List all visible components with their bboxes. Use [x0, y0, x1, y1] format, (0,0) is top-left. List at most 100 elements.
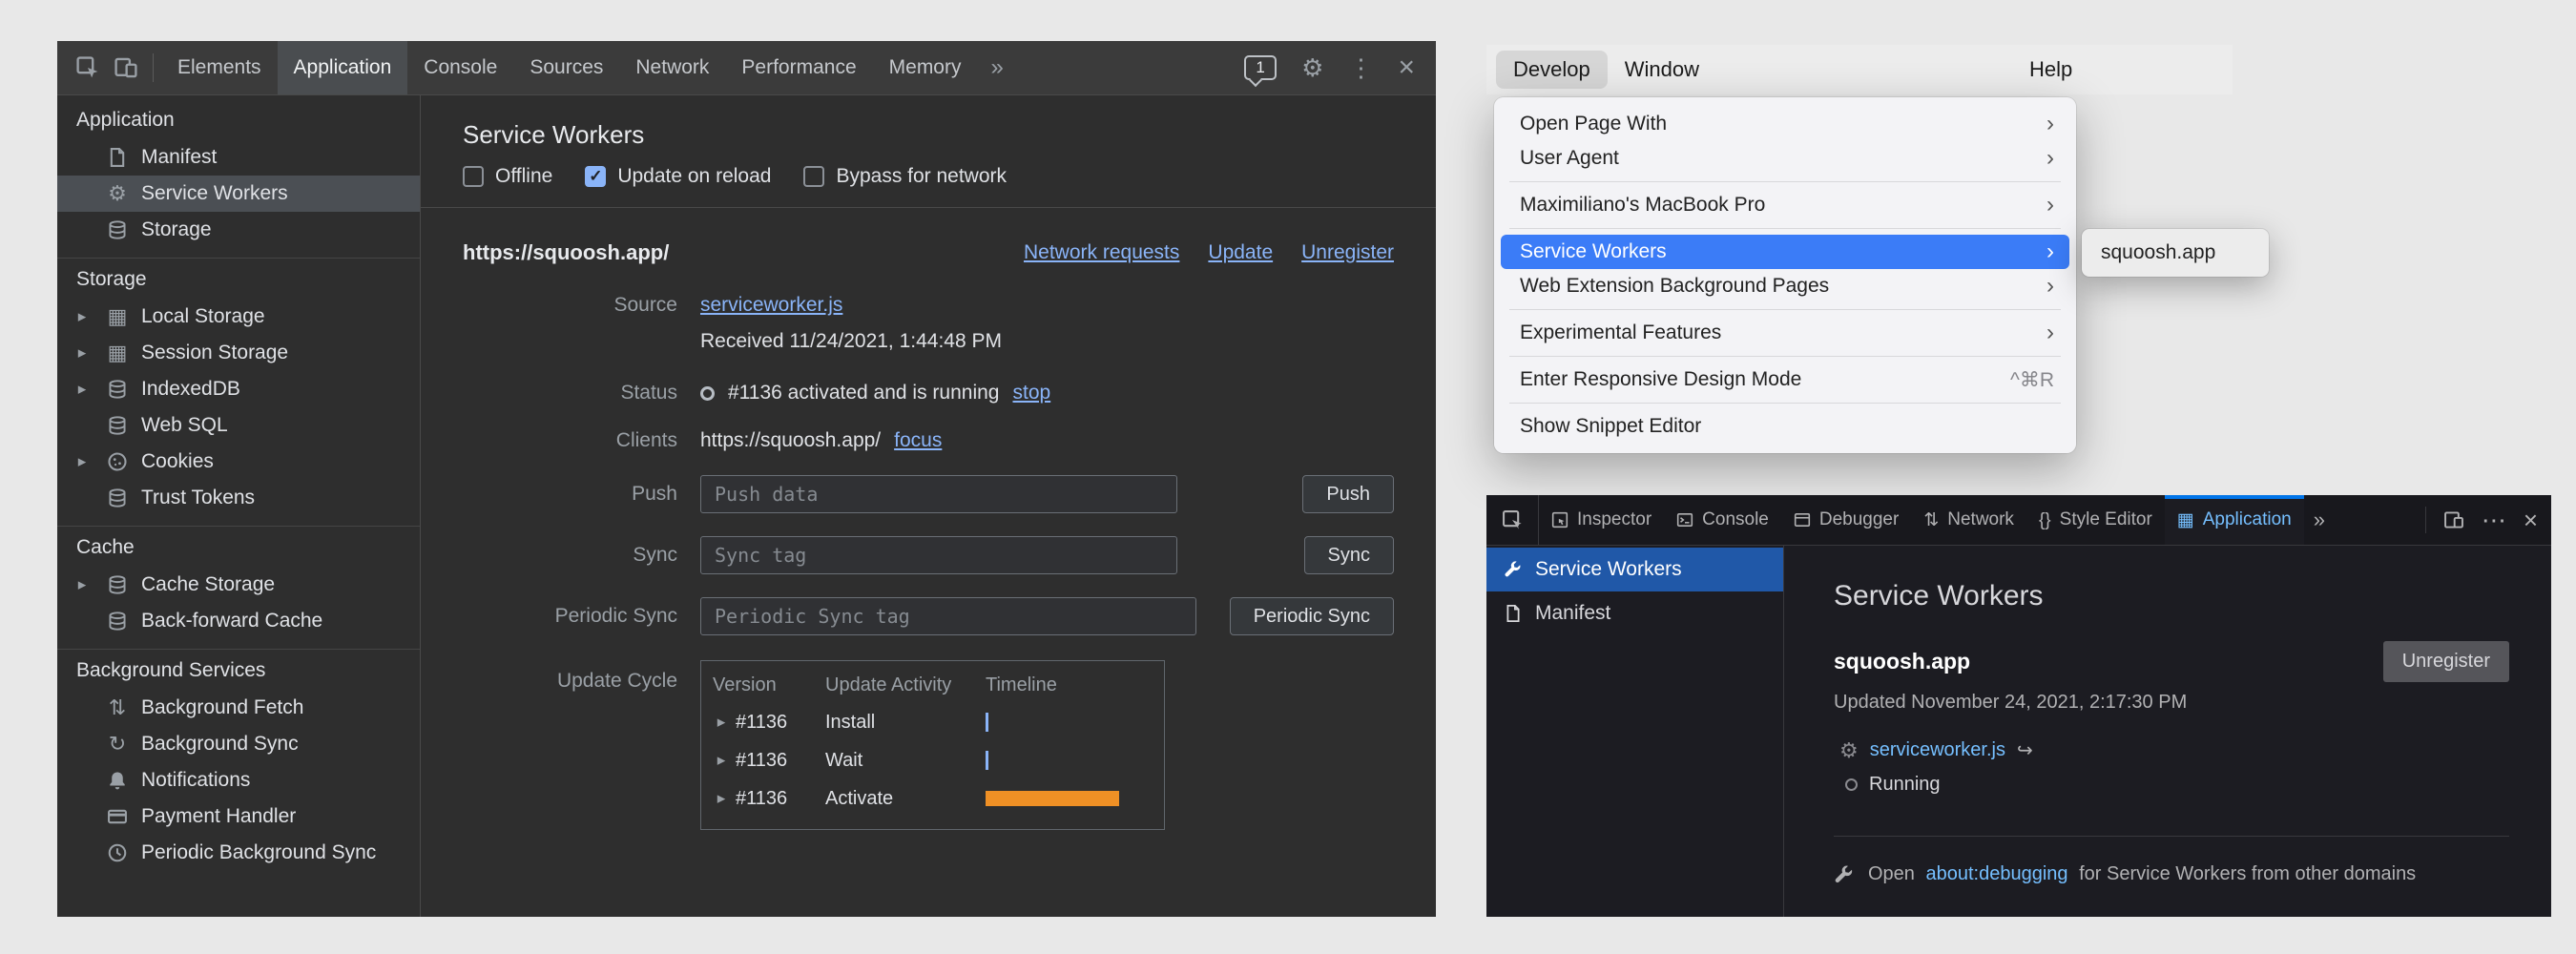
tab-network[interactable]: Network — [619, 41, 725, 94]
source-row: Source serviceworker.js — [463, 294, 1394, 317]
sidebar-item-periodic-background-sync[interactable]: Periodic Background Sync — [57, 835, 420, 871]
periodic-sync-tag-input[interactable] — [700, 597, 1196, 635]
sidebar-item-background-fetch[interactable]: ⇅ Background Fetch — [57, 690, 420, 726]
tab-label: Style Editor — [2060, 509, 2152, 530]
menubar-item-window[interactable]: Window — [1608, 51, 1716, 89]
more-tabs-icon[interactable]: » — [2304, 495, 2335, 545]
menubar-item-develop[interactable]: Develop — [1496, 51, 1608, 89]
table-row[interactable]: ▸#1136 Install — [701, 703, 1164, 741]
unregister-button[interactable]: Unregister — [2383, 641, 2509, 682]
tab-application[interactable]: Application — [278, 41, 408, 94]
sidebar-item-trust-tokens[interactable]: Trust Tokens — [57, 480, 420, 516]
tab-elements[interactable]: Elements — [161, 41, 278, 94]
tab-network[interactable]: ⇅ Network — [1911, 495, 2026, 545]
database-icon — [103, 415, 132, 436]
expander-icon[interactable]: ▸ — [71, 343, 93, 363]
inspect-element-icon[interactable] — [69, 49, 107, 87]
sync-button[interactable]: Sync — [1304, 536, 1394, 574]
responsive-design-icon[interactable] — [2443, 509, 2464, 530]
expander-icon[interactable]: ▸ — [713, 789, 730, 808]
about-debugging-link[interactable]: about:debugging — [1926, 863, 2068, 884]
section-header-application: Application — [57, 101, 420, 139]
page-title: Service Workers — [1834, 580, 2509, 612]
settings-gear-icon[interactable]: ⚙ — [1301, 55, 1323, 80]
table-row[interactable]: ▸#1136 Wait — [701, 741, 1164, 779]
menu-item-maximilianos-macbook-pro[interactable]: Maximiliano's MacBook Pro › — [1501, 188, 2069, 222]
expander-icon[interactable]: ▸ — [713, 751, 730, 770]
bypass-for-network-checkbox[interactable]: Bypass for network — [803, 165, 1007, 188]
tab-memory[interactable]: Memory — [873, 41, 978, 94]
menu-item-user-agent[interactable]: User Agent › — [1501, 141, 2069, 176]
menu-item-service-workers[interactable]: Service Workers › — [1501, 235, 2069, 269]
stop-link[interactable]: stop — [1012, 382, 1050, 404]
tab-sources[interactable]: Sources — [513, 41, 619, 94]
pick-element-icon[interactable] — [1486, 495, 1539, 545]
close-devtools-icon[interactable]: × — [2524, 508, 2538, 532]
sidebar-item-notifications[interactable]: Notifications — [57, 762, 420, 798]
sidebar-item-local-storage[interactable]: ▸ ▦ Local Storage — [57, 299, 420, 335]
running-label: Running — [1869, 774, 1941, 796]
menubar-item-help[interactable]: Help — [2012, 51, 2089, 89]
gear-icon: ⚙ — [103, 183, 132, 204]
sidebar-item-background-sync[interactable]: ↻ Background Sync — [57, 726, 420, 762]
expander-icon[interactable]: ▸ — [71, 380, 93, 399]
sidebar-item-label: IndexedDB — [141, 378, 240, 401]
menu-item-enter-responsive-design-mode[interactable]: Enter Responsive Design Mode ^⌘R — [1501, 363, 2069, 397]
sidebar-item-back-forward-cache[interactable]: Back-forward Cache — [57, 603, 420, 639]
tab-application[interactable]: ▦ Application — [2165, 495, 2304, 545]
focus-link[interactable]: focus — [894, 429, 942, 452]
more-tabs-icon[interactable]: » — [977, 54, 1016, 81]
push-label: Push — [463, 475, 677, 513]
expander-icon[interactable]: ▸ — [71, 307, 93, 326]
sidebar-item-indexeddb[interactable]: ▸ IndexedDB — [57, 371, 420, 407]
sidebar-item-service-workers[interactable]: Service Workers — [1486, 548, 1783, 591]
network-requests-link[interactable]: Network requests — [1024, 241, 1179, 264]
checkbox-unchecked[interactable] — [803, 166, 824, 187]
menu-item-show-snippet-editor[interactable]: Show Snippet Editor — [1501, 409, 2069, 444]
expander-icon[interactable]: ▸ — [71, 452, 93, 471]
expander-icon[interactable]: ▸ — [713, 713, 730, 732]
unregister-link[interactable]: Unregister — [1301, 241, 1394, 264]
tab-style-editor[interactable]: {} Style Editor — [2026, 495, 2165, 545]
update-link[interactable]: Update — [1208, 241, 1273, 264]
menu-item-open-page-with[interactable]: Open Page With › — [1501, 107, 2069, 141]
kebab-menu-icon[interactable]: ⋮ — [1348, 55, 1373, 80]
push-data-input[interactable] — [700, 475, 1177, 513]
source-file-link[interactable]: serviceworker.js — [700, 294, 842, 317]
sync-tag-input[interactable] — [700, 536, 1177, 574]
tab-inspector[interactable]: Inspector — [1539, 495, 1664, 545]
sidebar-item-manifest[interactable]: Manifest — [1486, 591, 1783, 635]
tab-performance[interactable]: Performance — [725, 41, 872, 94]
periodic-sync-button[interactable]: Periodic Sync — [1230, 597, 1394, 635]
periodic-sync-label: Periodic Sync — [463, 597, 677, 635]
sidebar-item-payment-handler[interactable]: Payment Handler — [57, 798, 420, 835]
sidebar-item-storage[interactable]: Storage — [57, 212, 420, 248]
checkbox-checked[interactable] — [585, 166, 606, 187]
tab-console[interactable]: Console — [1664, 495, 1781, 545]
menu-item-web-extension-background-pages[interactable]: Web Extension Background Pages › — [1501, 269, 2069, 303]
update-on-reload-checkbox[interactable]: Update on reload — [585, 165, 771, 188]
sidebar-item-label: Background Sync — [141, 733, 299, 756]
sidebar-item-session-storage[interactable]: ▸ ▦ Session Storage — [57, 335, 420, 371]
tab-console[interactable]: Console — [407, 41, 513, 94]
sidebar-item-cache-storage[interactable]: ▸ Cache Storage — [57, 567, 420, 603]
offline-checkbox[interactable]: Offline — [463, 165, 552, 188]
sidebar-item-web-sql[interactable]: Web SQL — [57, 407, 420, 444]
device-toolbar-icon[interactable] — [107, 49, 145, 87]
menu-item-experimental-features[interactable]: Experimental Features › — [1501, 316, 2069, 350]
push-button[interactable]: Push — [1302, 475, 1394, 513]
close-devtools-icon[interactable]: × — [1398, 53, 1415, 82]
table-row[interactable]: ▸#1136 Activate — [701, 779, 1164, 818]
tab-debugger[interactable]: Debugger — [1781, 495, 1911, 545]
worker-file-link[interactable]: serviceworker.js — [1870, 739, 2005, 761]
sidebar-item-label: Notifications — [141, 769, 250, 792]
submenu-item-squoosh-app[interactable]: squoosh.app — [2082, 237, 2269, 269]
checkbox-unchecked[interactable] — [463, 166, 484, 187]
issues-badge-icon[interactable]: 1 — [1244, 55, 1277, 80]
timeline-tick — [986, 713, 988, 732]
sidebar-item-service-workers[interactable]: ⚙ Service Workers — [57, 176, 420, 212]
meatball-menu-icon[interactable]: ⋯ — [2482, 508, 2506, 532]
expander-icon[interactable]: ▸ — [71, 575, 93, 594]
sidebar-item-cookies[interactable]: ▸ Cookies — [57, 444, 420, 480]
sidebar-item-manifest[interactable]: Manifest — [57, 139, 420, 176]
